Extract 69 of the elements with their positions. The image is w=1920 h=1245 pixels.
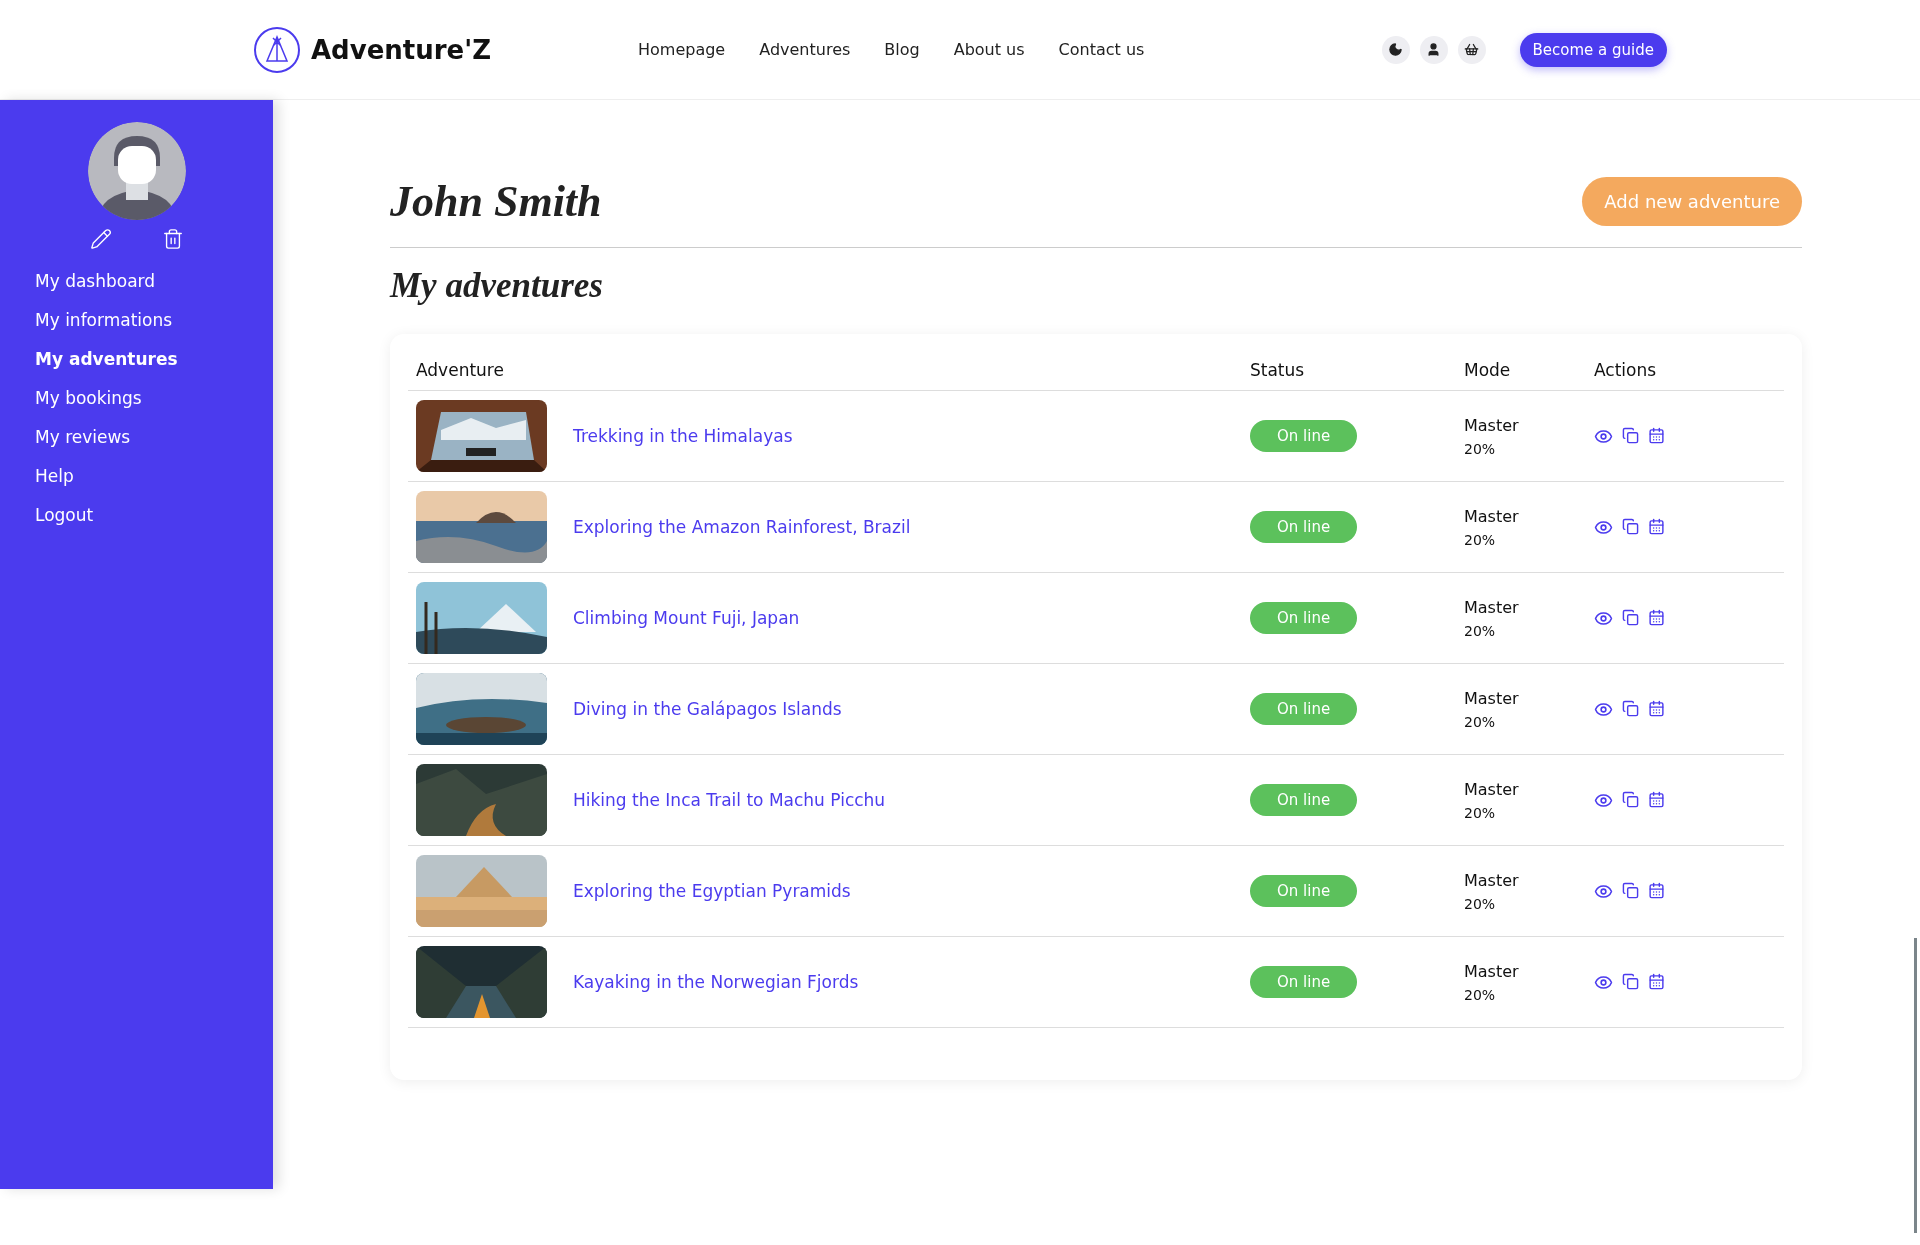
scroll-bar[interactable] — [1914, 938, 1917, 1233]
column-header: Actions — [1586, 352, 1784, 391]
mode-text: Master — [1464, 961, 1520, 981]
sidebar-item[interactable]: My dashboard — [35, 262, 178, 301]
mode-text: Master — [1464, 779, 1520, 799]
delete-icon[interactable] — [161, 228, 184, 250]
calendar-icon[interactable] — [1648, 517, 1665, 537]
user-icon[interactable] — [1419, 35, 1448, 64]
section-title: My adventures — [390, 266, 604, 306]
calendar-icon[interactable] — [1648, 426, 1665, 446]
copy-icon[interactable] — [1622, 517, 1639, 537]
edit-icon[interactable] — [89, 228, 112, 250]
nav-link[interactable]: Blog — [884, 40, 920, 59]
mode-text: Master — [1464, 688, 1520, 708]
adventure-link[interactable]: Climbing Mount Fuji, Japan — [573, 608, 800, 628]
brand-name: Adventure'Z — [311, 34, 492, 65]
share-text: 20% — [1464, 440, 1497, 457]
share-text: 20% — [1464, 986, 1497, 1003]
mode-text: Master — [1464, 870, 1520, 890]
column-header: Status — [1242, 352, 1456, 391]
dark-mode-icon[interactable] — [1381, 35, 1410, 64]
copy-icon[interactable] — [1622, 881, 1639, 901]
calendar-icon[interactable] — [1648, 790, 1665, 810]
sidebar-item[interactable]: My reviews — [35, 418, 178, 457]
adventure-link[interactable]: Exploring the Amazon Rainforest, Brazil — [573, 517, 911, 537]
adventure-link[interactable]: Diving in the Galápagos Islands — [573, 699, 842, 719]
status-badge: On line — [1250, 511, 1358, 543]
tent-logo-icon — [253, 25, 301, 74]
mode-text: Master — [1464, 415, 1520, 435]
status-badge: On line — [1250, 966, 1358, 998]
adventure-link[interactable]: Hiking the Inca Trail to Machu Picchu — [573, 790, 886, 810]
copy-icon[interactable] — [1622, 426, 1639, 446]
copy-icon[interactable] — [1622, 608, 1639, 628]
status-badge: On line — [1250, 693, 1358, 725]
adventure-link[interactable]: Exploring the Egyptian Pyramids — [573, 881, 851, 901]
status-badge: On line — [1250, 420, 1358, 452]
user-name-title: John Smith — [390, 176, 602, 227]
sidebar-item[interactable]: My adventures — [35, 340, 178, 379]
nav-link[interactable]: Homepage — [638, 40, 726, 59]
become-guide-button[interactable]: Become a guide — [1519, 32, 1667, 67]
calendar-icon[interactable] — [1648, 699, 1665, 719]
adventure-link[interactable]: Trekking in the Himalayas — [573, 426, 793, 446]
status-badge: On line — [1250, 784, 1358, 816]
column-header: Mode — [1456, 352, 1586, 391]
status-badge: On line — [1250, 602, 1358, 634]
calendar-icon[interactable] — [1648, 972, 1665, 992]
copy-icon[interactable] — [1622, 972, 1639, 992]
share-text: 20% — [1464, 895, 1497, 912]
nav-link[interactable]: About us — [953, 40, 1025, 59]
nav-link[interactable]: Contact us — [1058, 40, 1145, 59]
adventure-link[interactable]: Kayaking in the Norwegian Fjords — [573, 972, 859, 992]
sidebar-item[interactable]: Logout — [35, 496, 178, 535]
share-text: 20% — [1464, 713, 1497, 730]
mode-text: Master — [1464, 597, 1520, 617]
mode-text: Master — [1464, 506, 1520, 526]
nav-link[interactable]: Adventures — [759, 40, 851, 59]
calendar-icon[interactable] — [1648, 608, 1665, 628]
sidebar-item[interactable]: My bookings — [35, 379, 178, 418]
share-text: 20% — [1464, 622, 1497, 639]
basket-icon[interactable] — [1457, 35, 1486, 64]
copy-icon[interactable] — [1622, 790, 1639, 810]
share-text: 20% — [1464, 531, 1497, 548]
sidebar-item[interactable]: Help — [35, 457, 178, 496]
share-text: 20% — [1464, 804, 1497, 821]
calendar-icon[interactable] — [1648, 881, 1665, 901]
copy-icon[interactable] — [1622, 699, 1639, 719]
status-badge: On line — [1250, 875, 1358, 907]
column-header: Adventure — [408, 352, 1242, 391]
sidebar-item[interactable]: My informations — [35, 301, 178, 340]
